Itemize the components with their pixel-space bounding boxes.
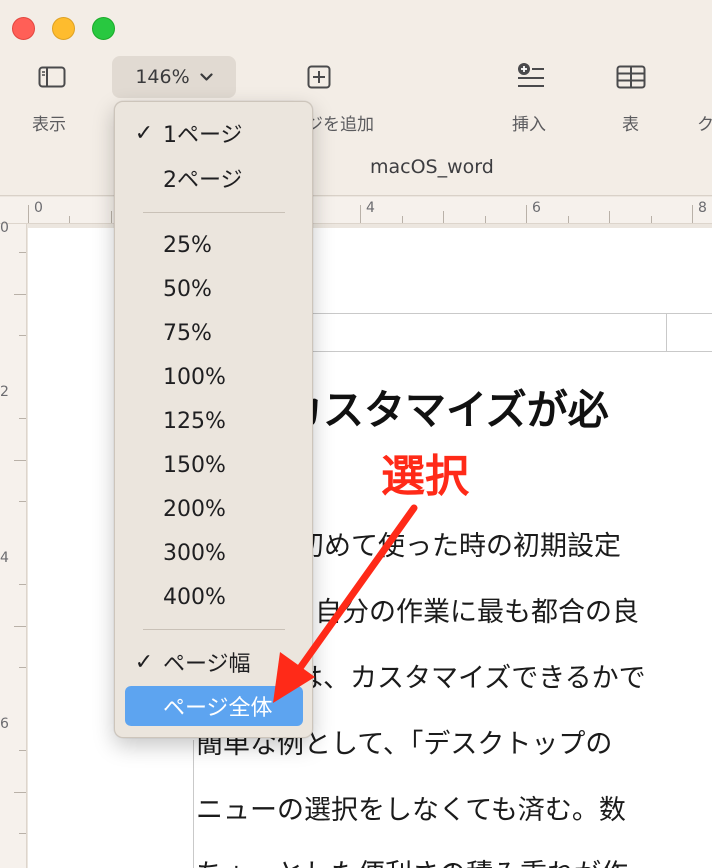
- menu-item-label: 50%: [163, 276, 212, 302]
- menu-item-2-pages[interactable]: 2ページ: [125, 158, 303, 198]
- insert-label: 挿入: [512, 115, 546, 135]
- menu-item-label: 75%: [163, 320, 212, 346]
- menu-item-75-percent[interactable]: 75%: [125, 313, 303, 353]
- table-label: 表: [622, 115, 639, 135]
- ruler-number: 8: [698, 200, 707, 216]
- window-toolbar: 表示 146% ジを追加 挿入 表 ク macOS_word: [0, 0, 712, 196]
- body-text-line[interactable]: ニューの選択をしなくても済む。数: [196, 788, 626, 827]
- ruler-tick: [19, 750, 26, 751]
- ruler-tick: [19, 335, 26, 336]
- ruler-tick: [526, 205, 527, 223]
- menu-item-label: ページ全体: [163, 696, 273, 721]
- ruler-tick: [402, 216, 403, 223]
- menu-item-400-percent[interactable]: 400%: [125, 577, 303, 617]
- ruler-tick: [14, 626, 26, 627]
- menu-item-whole-page[interactable]: ページ全体: [125, 686, 303, 726]
- ruler-tick: [568, 216, 569, 223]
- menu-item-label: 200%: [163, 496, 226, 522]
- menu-item-label: 2ページ: [163, 168, 243, 193]
- ruler-tick: [14, 460, 26, 461]
- ruler-tick: [360, 205, 361, 223]
- ruler-tick: [19, 584, 26, 585]
- menu-item-100-percent[interactable]: 100%: [125, 357, 303, 397]
- ruler-tick: [485, 216, 486, 223]
- menu-item-label: 300%: [163, 540, 226, 566]
- ruler-tick: [19, 833, 26, 834]
- menu-item-25-percent[interactable]: 25%: [125, 225, 303, 265]
- checkmark-icon: ✓: [134, 649, 154, 675]
- add-page-icon: [307, 65, 331, 93]
- table-icon: [616, 65, 646, 93]
- add-page-label: ジを追加: [306, 115, 374, 135]
- menu-item-label: ページ幅: [163, 652, 251, 677]
- insert-icon: [516, 62, 546, 94]
- zoom-dropdown-menu: ✓ 1ページ 2ページ 25% 50% 75% 100% 125% 150% 2…: [114, 101, 313, 738]
- body-text-line[interactable]: を初めて使った時の初期設定: [270, 524, 621, 563]
- vertical-ruler[interactable]: 0 2 4 6: [0, 220, 27, 868]
- zoom-window-button[interactable]: [92, 17, 115, 40]
- ruler-tick: [609, 211, 610, 223]
- text-margin-guide: [193, 740, 194, 868]
- ruler-number: 4: [366, 200, 375, 216]
- menu-item-150-percent[interactable]: 150%: [125, 445, 303, 485]
- ruler-tick: [19, 667, 26, 668]
- zoom-popup-button[interactable]: 146%: [112, 56, 236, 98]
- chevron-down-icon: [200, 70, 213, 86]
- menu-item-label: 100%: [163, 364, 226, 390]
- body-text-line[interactable]: ちょっとした便利さの積み重ねが作: [196, 852, 628, 868]
- menu-item-label: 125%: [163, 408, 226, 434]
- ruler-tick: [692, 205, 693, 223]
- cutoff-toolbar-label[interactable]: ク: [697, 110, 712, 135]
- menu-item-50-percent[interactable]: 50%: [125, 269, 303, 309]
- ruler-number: 0: [0, 220, 9, 236]
- ruler-number: 4: [0, 550, 9, 566]
- document-heading[interactable]: カスタマイズが必: [282, 376, 609, 436]
- annotation-label: 選択: [381, 451, 469, 502]
- menu-item-page-width[interactable]: ✓ ページ幅: [125, 642, 303, 682]
- menu-item-label: 25%: [163, 232, 212, 258]
- ruler-number: 6: [0, 716, 9, 732]
- body-text-line[interactable]: は、カスタマイズできるかで: [296, 656, 646, 695]
- menu-item-label: 1ページ: [163, 123, 243, 148]
- ruler-tick: [111, 211, 112, 223]
- checkmark-icon: ✓: [134, 120, 154, 146]
- menu-item-300-percent[interactable]: 300%: [125, 533, 303, 573]
- zoom-value: 146%: [135, 66, 190, 88]
- ruler-tick: [19, 501, 26, 502]
- ruler-tick: [443, 211, 444, 223]
- ruler-tick: [19, 252, 26, 253]
- menu-item-125-percent[interactable]: 125%: [125, 401, 303, 441]
- body-text-line[interactable]: 自分の作業に最も都合の良: [288, 590, 639, 629]
- menu-separator: [143, 212, 285, 213]
- document-title: macOS_word: [370, 156, 494, 178]
- menu-item-200-percent[interactable]: 200%: [125, 489, 303, 529]
- ruler-number: 2: [0, 384, 9, 400]
- ruler-tick: [69, 216, 70, 223]
- view-label: 表示: [32, 115, 66, 135]
- ruler-tick: [14, 792, 26, 793]
- horizontal-ruler[interactable]: 0 4 6 8: [0, 197, 712, 224]
- menu-separator: [143, 629, 285, 630]
- minimize-window-button[interactable]: [52, 17, 75, 40]
- menu-item-label: 400%: [163, 584, 226, 610]
- table-border: [666, 313, 667, 352]
- ruler-number: 0: [34, 200, 43, 216]
- ruler-tick: [28, 205, 29, 223]
- ruler-tick: [19, 418, 26, 419]
- sidebar-icon: [38, 66, 66, 92]
- ruler-tick: [651, 216, 652, 223]
- ruler-tick: [14, 294, 26, 295]
- menu-item-1-page[interactable]: ✓ 1ページ: [125, 113, 303, 153]
- close-window-button[interactable]: [12, 17, 35, 40]
- menu-item-label: 150%: [163, 452, 226, 478]
- ruler-number: 6: [532, 200, 541, 216]
